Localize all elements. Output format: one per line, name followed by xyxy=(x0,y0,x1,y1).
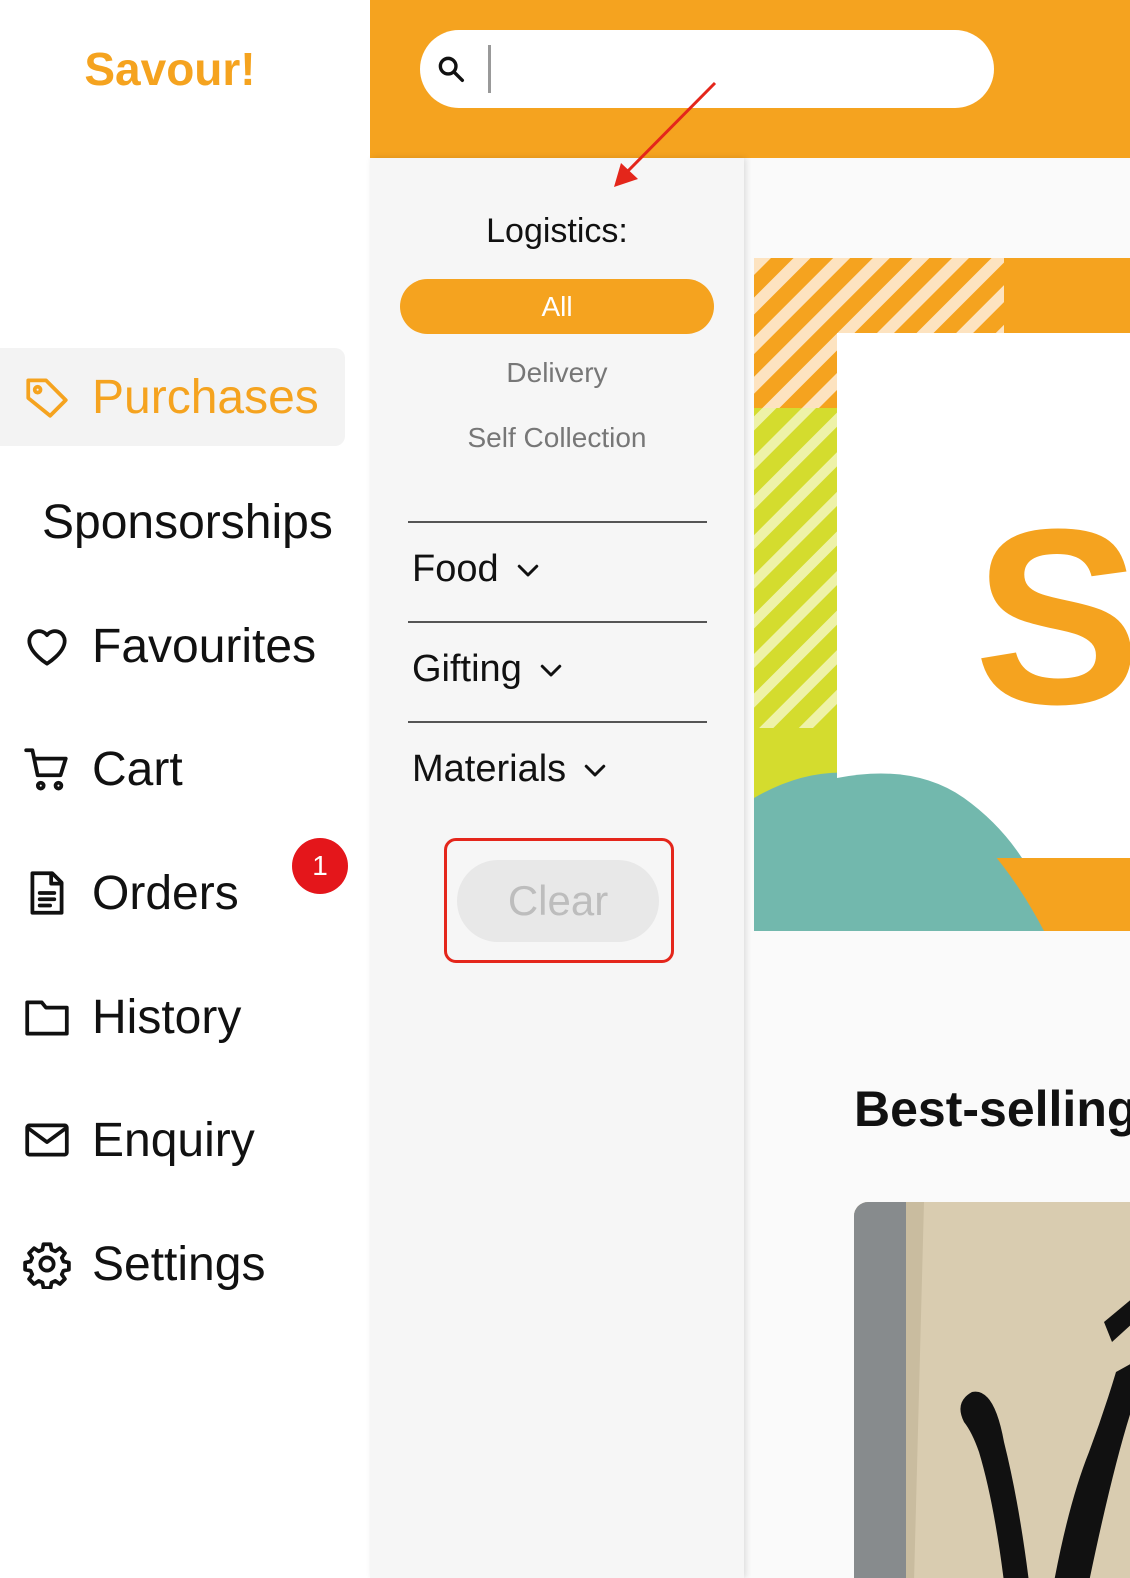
sidebar-item-label: Sponsorships xyxy=(42,495,333,549)
banner-text: SA xyxy=(974,477,1130,756)
sidebar-item-label: Orders xyxy=(92,866,239,920)
sidebar-item-favourites[interactable]: Favourites xyxy=(0,597,345,695)
filter-panel: Logistics: All Delivery Self Collection … xyxy=(370,158,744,1578)
clear-button[interactable]: Clear xyxy=(457,860,659,942)
product-card[interactable] xyxy=(854,1202,1130,1578)
sidebar-item-history[interactable]: History xyxy=(0,968,345,1066)
sidebar-item-label: History xyxy=(92,990,242,1044)
sidebar: Savour! Purchases Sponsorships Favourite… xyxy=(0,0,370,1578)
sidebar-item-cart[interactable]: Cart xyxy=(0,720,345,818)
category-gifting[interactable]: Gifting xyxy=(412,648,566,691)
search-divider xyxy=(488,45,491,93)
cart-icon xyxy=(20,742,74,796)
logistics-option-delivery[interactable]: Delivery xyxy=(370,357,744,389)
orders-badge: 1 xyxy=(292,838,348,894)
mail-icon xyxy=(20,1113,74,1167)
sidebar-item-label: Enquiry xyxy=(92,1113,255,1167)
search-input[interactable] xyxy=(499,39,964,99)
category-label: Food xyxy=(412,548,499,590)
category-food[interactable]: Food xyxy=(412,548,543,591)
category-label: Materials xyxy=(412,748,567,790)
sidebar-item-purchases[interactable]: Purchases xyxy=(0,348,345,446)
sidebar-item-label: Cart xyxy=(92,742,183,796)
divider xyxy=(408,721,707,723)
heart-icon xyxy=(20,619,74,673)
logistics-title: Logistics: xyxy=(486,212,628,250)
logistics-option-all[interactable]: All xyxy=(400,279,714,334)
document-icon xyxy=(20,866,74,920)
sidebar-item-label: Favourites xyxy=(92,619,317,673)
sidebar-item-label: Purchases xyxy=(92,370,319,424)
section-title: Best-selling xyxy=(854,1081,1130,1137)
chevron-down-icon xyxy=(540,664,562,676)
logistics-option-self-collection[interactable]: Self Collection xyxy=(370,422,744,454)
app-root: Savour! Purchases Sponsorships Favourite… xyxy=(0,0,1130,1578)
gear-icon xyxy=(20,1237,74,1291)
product-image xyxy=(854,1202,1130,1578)
sidebar-item-settings[interactable]: Settings xyxy=(0,1215,345,1313)
divider xyxy=(408,621,707,623)
chevron-down-icon xyxy=(517,564,538,576)
search-icon xyxy=(438,56,465,83)
chevron-down-icon xyxy=(584,764,606,776)
divider xyxy=(408,521,707,523)
main-content: SA Best-selling xyxy=(744,158,1130,1578)
category-materials[interactable]: Materials xyxy=(412,748,610,791)
top-header xyxy=(370,0,1130,158)
clear-highlight-box: Clear xyxy=(444,838,674,963)
promo-banner[interactable]: SA xyxy=(754,258,1130,931)
folder-icon xyxy=(20,990,74,1044)
search-bar[interactable] xyxy=(420,30,994,108)
category-label: Gifting xyxy=(412,648,522,690)
tag-icon xyxy=(20,370,74,424)
banner-artwork: SA xyxy=(754,258,1130,931)
sidebar-item-sponsorships[interactable]: Sponsorships xyxy=(0,473,345,571)
brand-logo[interactable]: Savour! xyxy=(0,42,340,96)
sidebar-item-enquiry[interactable]: Enquiry xyxy=(0,1091,345,1189)
sidebar-item-label: Settings xyxy=(92,1237,266,1291)
